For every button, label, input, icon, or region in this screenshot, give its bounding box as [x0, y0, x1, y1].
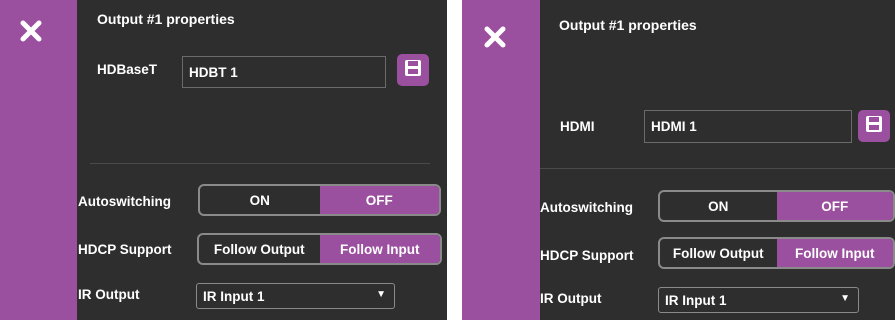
autoswitching-off-option[interactable]: OFF	[776, 192, 893, 220]
autoswitching-on-option[interactable]: ON	[200, 186, 320, 214]
divider	[540, 168, 895, 169]
hdcp-support-toggle[interactable]: Follow Output Follow Input	[197, 233, 442, 265]
autoswitching-toggle[interactable]: ON OFF	[658, 190, 895, 222]
close-icon[interactable]	[18, 18, 44, 44]
hdcp-support-label: HDCP Support	[540, 248, 634, 263]
floppy-disk-icon	[864, 114, 884, 139]
dropdown-arrow-icon: ▼	[376, 289, 386, 300]
sidebar	[462, 0, 540, 320]
hdcp-support-label: HDCP Support	[78, 242, 172, 257]
output-name-field[interactable]: HDBT 1	[182, 56, 386, 88]
ir-output-label: IR Output	[78, 287, 140, 302]
ir-output-value: IR Input 1	[665, 292, 727, 308]
divider	[90, 163, 430, 164]
output-properties-panel-hdmi: Output #1 properties HDMI HDMI 1 Autoswi…	[462, 0, 895, 320]
hdbaset-label: HDBaseT	[97, 62, 158, 77]
ir-output-label: IR Output	[540, 291, 602, 306]
save-button[interactable]	[858, 110, 890, 142]
ir-output-dropdown[interactable]: IR Input 1 ▼	[196, 283, 395, 309]
close-icon[interactable]	[482, 24, 508, 50]
ir-output-dropdown[interactable]: IR Input 1 ▼	[658, 287, 859, 313]
autoswitching-toggle[interactable]: ON OFF	[198, 184, 441, 216]
floppy-disk-icon	[403, 58, 423, 83]
hdcp-follow-output-option[interactable]: Follow Output	[660, 239, 777, 267]
panel-title: Output #1 properties	[559, 17, 697, 33]
panel-title: Output #1 properties	[97, 11, 235, 27]
ir-output-value: IR Input 1	[203, 288, 265, 304]
output-properties-panel-hdbaset: Output #1 properties HDBaseT HDBT 1 Auto…	[0, 0, 447, 320]
hdcp-support-toggle[interactable]: Follow Output Follow Input	[658, 237, 895, 269]
autoswitching-label: Autoswitching	[540, 200, 633, 215]
sidebar	[0, 0, 77, 320]
dropdown-arrow-icon: ▼	[840, 293, 850, 304]
hdcp-follow-output-option[interactable]: Follow Output	[199, 235, 320, 263]
hdcp-follow-input-option[interactable]: Follow Input	[319, 235, 440, 263]
output-name-field[interactable]: HDMI 1	[644, 110, 852, 143]
hdcp-follow-input-option[interactable]: Follow Input	[776, 239, 893, 267]
autoswitching-label: Autoswitching	[78, 194, 171, 209]
save-button[interactable]	[397, 54, 429, 86]
hdmi-label: HDMI	[560, 119, 595, 134]
autoswitching-on-option[interactable]: ON	[660, 192, 777, 220]
autoswitching-off-option[interactable]: OFF	[319, 186, 439, 214]
